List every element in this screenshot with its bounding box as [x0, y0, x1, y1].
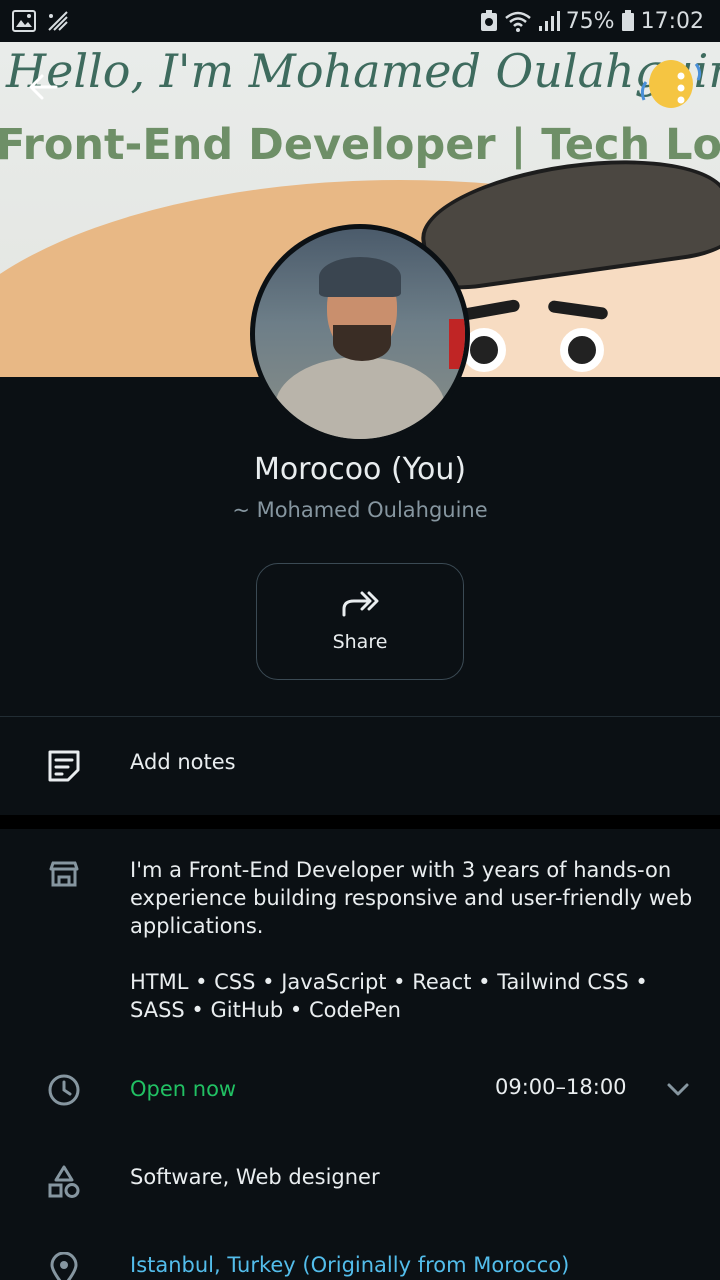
profile-subname: ~ Mohamed Oulahguine — [232, 498, 488, 522]
data-off-icon — [48, 11, 68, 31]
battery-icon — [621, 10, 634, 31]
more-vertical-icon — [677, 72, 685, 104]
more-options-button[interactable] — [672, 70, 690, 115]
chevron-down-icon — [667, 1083, 689, 1096]
business-skills: HTML • CSS • JavaScript • React • Tailwi… — [130, 970, 648, 1022]
arrow-back-icon — [29, 74, 58, 100]
battery-saver-icon — [480, 10, 497, 31]
avatar-photo — [255, 229, 465, 439]
status-right: 75% 17:02 — [480, 9, 704, 34]
add-notes-row[interactable]: Add notes — [0, 716, 720, 815]
location-pin-icon — [44, 1250, 84, 1280]
notes-icon — [44, 746, 84, 786]
status-left — [12, 10, 70, 32]
location-row[interactable]: Istanbul, Turkey (Originally from Morocc… — [0, 1240, 720, 1280]
share-label: Share — [332, 630, 388, 653]
business-hours: 09:00–18:00 — [495, 1075, 627, 1099]
hours-row[interactable]: Open now 09:00–18:00 — [0, 1060, 720, 1120]
category-icon — [44, 1162, 84, 1202]
share-button[interactable]: Share — [256, 563, 464, 680]
signal-icon — [538, 11, 560, 31]
add-notes-label: Add notes — [130, 750, 236, 774]
profile-avatar[interactable] — [250, 224, 470, 444]
avatar-shirt — [275, 357, 445, 439]
battery-percent: 75% — [565, 8, 615, 34]
section-divider — [0, 815, 720, 829]
store-icon — [44, 853, 84, 893]
avatar-cap — [319, 257, 401, 297]
status-bar: 75% 17:02 — [0, 0, 720, 42]
clock-icon — [44, 1070, 84, 1110]
waving-hand-icon — [640, 60, 702, 108]
share-arrow-icon — [342, 591, 379, 616]
wifi-icon — [504, 11, 531, 32]
cover-tagline: Front-End Developer | Tech Lover — [0, 120, 720, 170]
business-category: Software, Web designer — [130, 1165, 380, 1189]
cartoon-eye-right — [560, 328, 604, 372]
profile-name: Morocoo (You) — [253, 452, 467, 487]
avatar-beard — [333, 325, 391, 361]
category-row: Software, Web designer — [0, 1150, 720, 1210]
business-description: I'm a Front-End Developer with 3 years o… — [130, 858, 693, 938]
open-status: Open now — [130, 1077, 237, 1101]
cover-greeting: Hello, I'm Mohamed Oulahguine — [6, 44, 720, 98]
business-location[interactable]: Istanbul, Turkey (Originally from Morocc… — [130, 1251, 569, 1279]
gallery-notification-icon — [12, 10, 36, 32]
clock: 17:02 — [640, 8, 704, 34]
avatar-bg-red — [449, 319, 465, 369]
back-button[interactable] — [26, 70, 60, 113]
